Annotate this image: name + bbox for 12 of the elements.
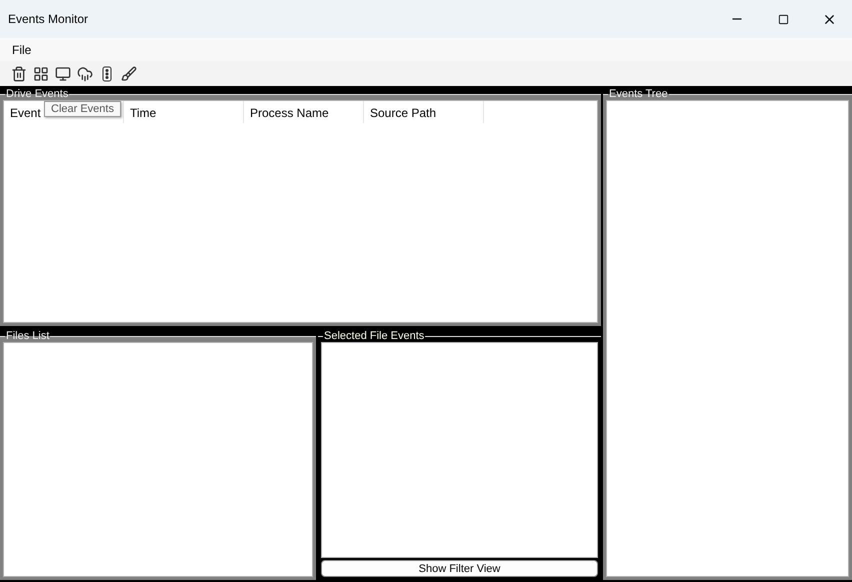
show-filter-view-button[interactable]: Show Filter View	[321, 560, 598, 577]
monitor-icon[interactable]	[54, 64, 72, 82]
window-title: Events Monitor	[7, 12, 90, 26]
column-header[interactable]: Source Path	[364, 101, 484, 123]
cloud-icon[interactable]	[76, 64, 94, 82]
menu-item[interactable]: File	[0, 42, 38, 56]
group-title: Selected File Events	[323, 330, 426, 342]
windows-icon[interactable]	[32, 64, 50, 82]
column-header[interactable]: Time	[124, 101, 244, 123]
tooltip: Clear Events	[44, 101, 121, 117]
column-header[interactable]: Process Name	[244, 101, 364, 123]
trash-icon[interactable]	[10, 64, 28, 82]
